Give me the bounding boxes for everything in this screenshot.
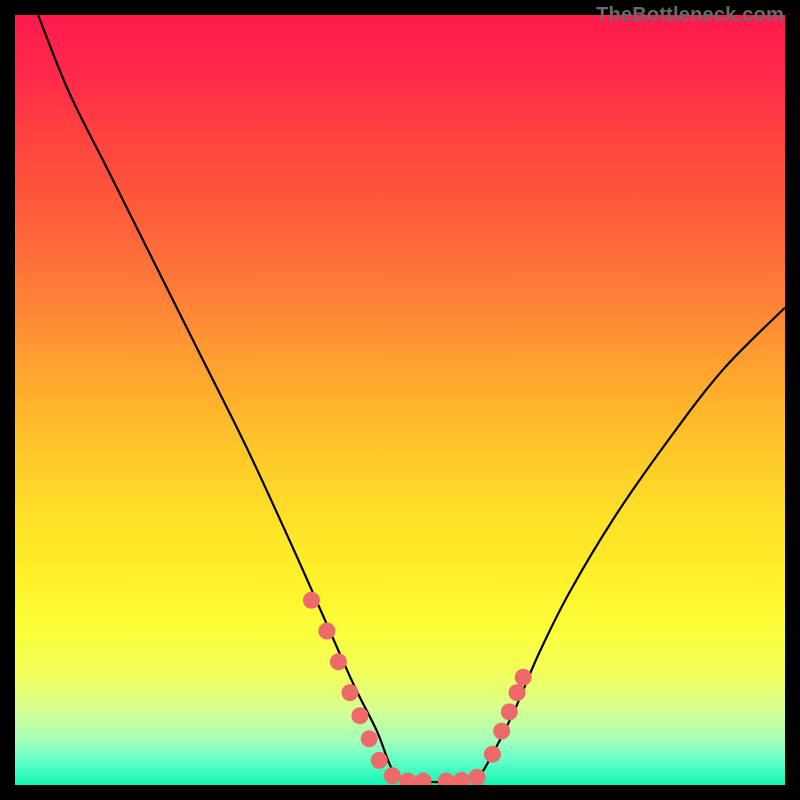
chart-frame: TheBottleneck.com xyxy=(0,0,800,800)
curve-line xyxy=(38,15,785,782)
data-marker xyxy=(361,730,378,747)
data-marker xyxy=(330,653,347,670)
marker-group xyxy=(303,592,532,785)
data-marker xyxy=(484,746,501,763)
data-marker xyxy=(415,773,432,785)
plot-area xyxy=(15,15,785,785)
data-marker xyxy=(509,684,526,701)
data-marker xyxy=(453,772,470,785)
data-marker xyxy=(303,592,320,609)
data-marker xyxy=(341,684,358,701)
data-marker xyxy=(501,703,518,720)
data-marker xyxy=(384,767,401,784)
chart-overlay xyxy=(15,15,785,785)
data-marker xyxy=(438,773,455,785)
data-marker xyxy=(515,669,532,686)
data-marker xyxy=(318,623,335,640)
data-marker xyxy=(399,773,416,785)
watermark-text: TheBottleneck.com xyxy=(596,4,784,27)
data-marker xyxy=(493,723,510,740)
data-marker xyxy=(351,707,368,724)
data-marker xyxy=(371,752,388,769)
data-marker xyxy=(469,769,486,785)
